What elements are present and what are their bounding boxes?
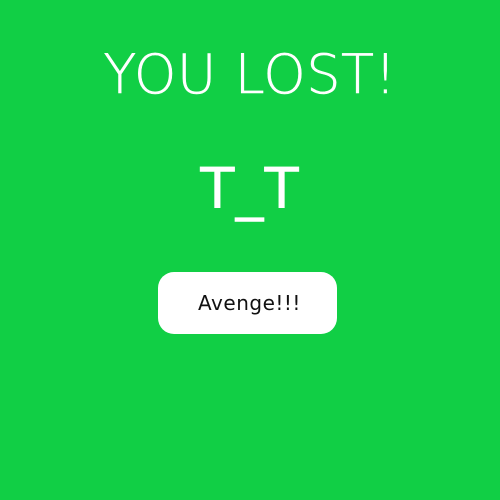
avenge-button[interactable]: Avenge!!!: [158, 272, 337, 334]
game-over-screen: YOU LOST! T_T Avenge!!!: [0, 0, 500, 500]
crying-face-emoticon: T_T: [200, 157, 300, 223]
avenge-button-label: Avenge!!!: [198, 291, 301, 315]
game-over-title: YOU LOST!: [103, 43, 397, 107]
